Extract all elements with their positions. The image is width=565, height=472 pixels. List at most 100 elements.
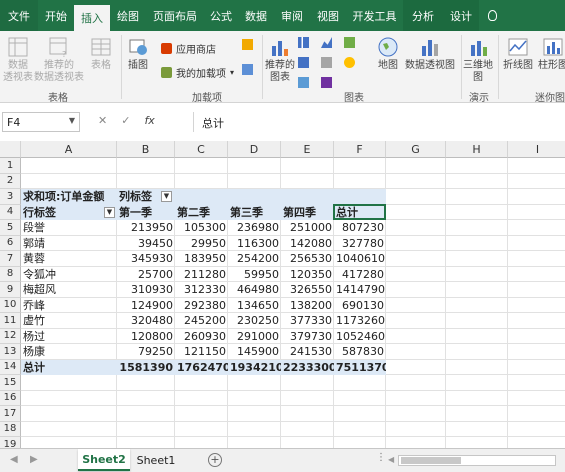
illustrations-button[interactable]: 插图 [124,36,152,72]
sheet-tab-sheet2[interactable]: Sheet2 [78,449,130,471]
statistic-chart-icon[interactable] [321,57,332,68]
tab-view[interactable]: 视图 [310,0,346,31]
pivot-value-cell[interactable]: 105300 [175,220,228,236]
tab-page-layout[interactable]: 页面布局 [146,0,204,31]
pivot-grand-total-cell[interactable]: 1762470 [175,359,228,375]
pivot-value-cell[interactable]: 29950 [175,236,228,252]
pivot-value-cell[interactable]: 292380 [175,298,228,314]
row-header-11[interactable]: 11 [0,313,21,329]
pivot-value-cell[interactable]: 1173260 [334,313,386,329]
pivot-value-cell[interactable]: 310930 [117,282,175,298]
next-sheet-icon[interactable]: ▶ [30,454,38,465]
pivot-value-cell[interactable]: 327780 [334,236,386,252]
cancel-icon[interactable]: ✕ [98,114,107,127]
tab-file[interactable]: 文件 [0,0,38,31]
enter-icon[interactable]: ✓ [121,114,130,127]
tab-formulas[interactable]: 公式 [204,0,238,31]
row-header-18[interactable]: 18 [0,421,21,437]
row-header-3[interactable]: 3 [0,189,21,205]
pivot-row-name[interactable]: 郭靖 [21,236,117,252]
pivot-row-name[interactable]: 段誉 [21,220,117,236]
pivot-value-cell[interactable]: 120350 [281,267,334,283]
pivot-value-cell[interactable]: 312330 [175,282,228,298]
sheet-tab-sheet1[interactable]: Sheet1 [133,449,179,471]
row-header-17[interactable]: 17 [0,406,21,422]
chevron-down-icon[interactable]: ▼ [69,116,75,125]
pivot-value-cell[interactable]: 1052460 [334,329,386,345]
pivot-value-cell[interactable]: 1040610 [334,251,386,267]
name-box[interactable]: F4 ▼ [2,112,80,132]
pivot-value-cell[interactable]: 587830 [334,344,386,360]
function-icon[interactable]: fx [144,114,154,127]
tab-review[interactable]: 审阅 [274,0,310,31]
pivot-row-name[interactable]: 黄蓉 [21,251,117,267]
pivot-header-cell[interactable] [334,189,386,205]
column-header-g[interactable]: G [386,141,446,158]
pivot-value-cell[interactable]: 417280 [334,267,386,283]
pivot-value-cell[interactable]: 245200 [175,313,228,329]
pivot-row-name[interactable]: 虚竹 [21,313,117,329]
row-header-6[interactable]: 6 [0,235,21,251]
row-header-13[interactable]: 13 [0,344,21,360]
pivot-value-cell[interactable]: 320480 [117,313,175,329]
pivot-row-name[interactable]: 杨过 [21,329,117,345]
pivot-value-label[interactable]: 求和项:订单金额 [21,189,117,205]
my-addins-button[interactable]: 我的加载项 ▾ [161,65,234,80]
tab-draw[interactable]: 绘图 [110,0,146,31]
pivot-value-cell[interactable]: 291000 [228,329,281,345]
tab-analyze[interactable]: 分析 [403,0,443,31]
pivot-grand-total-label[interactable]: 总计 [21,359,117,375]
column-chart-icon[interactable] [298,37,309,48]
row-header-16[interactable]: 16 [0,390,21,406]
pivot-value-cell[interactable]: 142080 [281,236,334,252]
column-header-f[interactable]: F [334,141,386,158]
column-header-d[interactable]: D [228,141,281,158]
maps-button[interactable]: 地图 [374,36,402,72]
row-header-1[interactable]: 1 [0,158,21,174]
pivot-value-cell[interactable]: 377330 [281,313,334,329]
pivot-value-cell[interactable]: 241530 [281,344,334,360]
row-header-4[interactable]: 4 [0,204,21,220]
people-graph-button[interactable] [242,64,257,75]
sparkline-line-button[interactable]: 折线图 [501,36,535,72]
pivot-row-label[interactable]: 行标签 [21,204,117,220]
pivot-value-cell[interactable]: 256530 [281,251,334,267]
row-header-10[interactable]: 10 [0,297,21,313]
select-all-corner[interactable] [0,141,21,158]
add-sheet-button[interactable]: + [208,453,222,467]
pivot-value-cell[interactable]: 120800 [117,329,175,345]
column-header-b[interactable]: B [117,141,175,158]
pivot-chart-button[interactable]: 数据透视图 [404,36,456,72]
pivot-row-name[interactable]: 乔峰 [21,298,117,314]
row-header-14[interactable]: 14 [0,359,21,375]
horizontal-scrollbar[interactable] [398,455,556,466]
row-header-7[interactable]: 7 [0,251,21,267]
row-header-8[interactable]: 8 [0,266,21,282]
3d-map-button[interactable]: 三维地 图 [463,36,493,84]
pivot-value-cell[interactable]: 379730 [281,329,334,345]
pie-chart-icon[interactable] [344,37,355,48]
pivot-column-header[interactable]: 第三季 [228,204,281,220]
pivot-row-name[interactable]: 令狐冲 [21,267,117,283]
sparkline-column-button[interactable]: 柱形图 [536,36,565,72]
tab-developer[interactable]: 开发工具 [346,0,403,31]
pivot-row-name[interactable]: 梅超风 [21,282,117,298]
column-header-e[interactable]: E [281,141,334,158]
hierarchy-chart-icon[interactable] [321,37,332,48]
tab-split-handle[interactable]: ⋮ [376,452,386,463]
pivot-value-cell[interactable]: 1414790 [334,282,386,298]
pivot-value-cell[interactable]: 326550 [281,282,334,298]
pivot-column-header[interactable]: 第二季 [175,204,228,220]
chevron-down-icon[interactable]: ▾ [230,68,234,77]
table-button[interactable]: 表格 [86,36,116,72]
pivot-value-cell[interactable]: 116300 [228,236,281,252]
combo-chart-icon[interactable] [344,57,355,68]
row-filter-button[interactable]: ▼ [104,206,115,218]
row-header-12[interactable]: 12 [0,328,21,344]
pivot-value-cell[interactable]: 79250 [117,344,175,360]
pivot-value-cell[interactable]: 138200 [281,298,334,314]
pivot-value-cell[interactable]: 260930 [175,329,228,345]
recommended-pivot-button[interactable]: ? 推荐的 数据透视表 [34,36,84,84]
pivot-value-cell[interactable]: 230250 [228,313,281,329]
prev-sheet-icon[interactable]: ◀ [10,454,18,465]
